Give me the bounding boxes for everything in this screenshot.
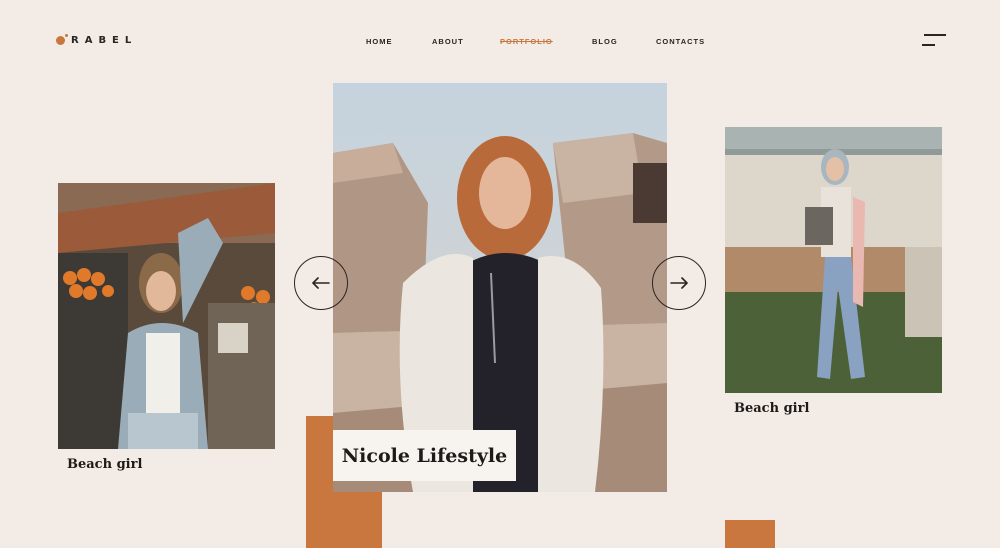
left-slide-photo[interactable] — [58, 183, 275, 449]
prev-slide-button[interactable] — [294, 256, 348, 310]
arrow-right-icon — [670, 277, 688, 289]
right-slide-image — [725, 127, 942, 393]
main-nav: HOME ABOUT PORTFOLIO BLOG CONTACTS — [0, 37, 1000, 49]
left-slide-image — [58, 183, 275, 449]
hamburger-menu-icon[interactable] — [922, 34, 946, 48]
nav-portfolio[interactable]: PORTFOLIO — [500, 37, 553, 46]
center-slide-title: Nicole Lifestyle — [341, 444, 508, 467]
center-title-box: Nicole Lifestyle — [333, 430, 516, 481]
right-accent-block — [725, 520, 775, 548]
arrow-left-icon — [312, 277, 330, 289]
nav-blog[interactable]: BLOG — [592, 37, 618, 46]
right-slide-caption: Beach girl — [734, 401, 810, 416]
nav-contacts[interactable]: CONTACTS — [656, 37, 705, 46]
right-slide-photo[interactable] — [725, 127, 942, 393]
next-slide-button[interactable] — [652, 256, 706, 310]
nav-about[interactable]: ABOUT — [432, 37, 464, 46]
nav-home[interactable]: HOME — [366, 37, 393, 46]
left-slide-caption: Beach girl — [67, 457, 143, 472]
